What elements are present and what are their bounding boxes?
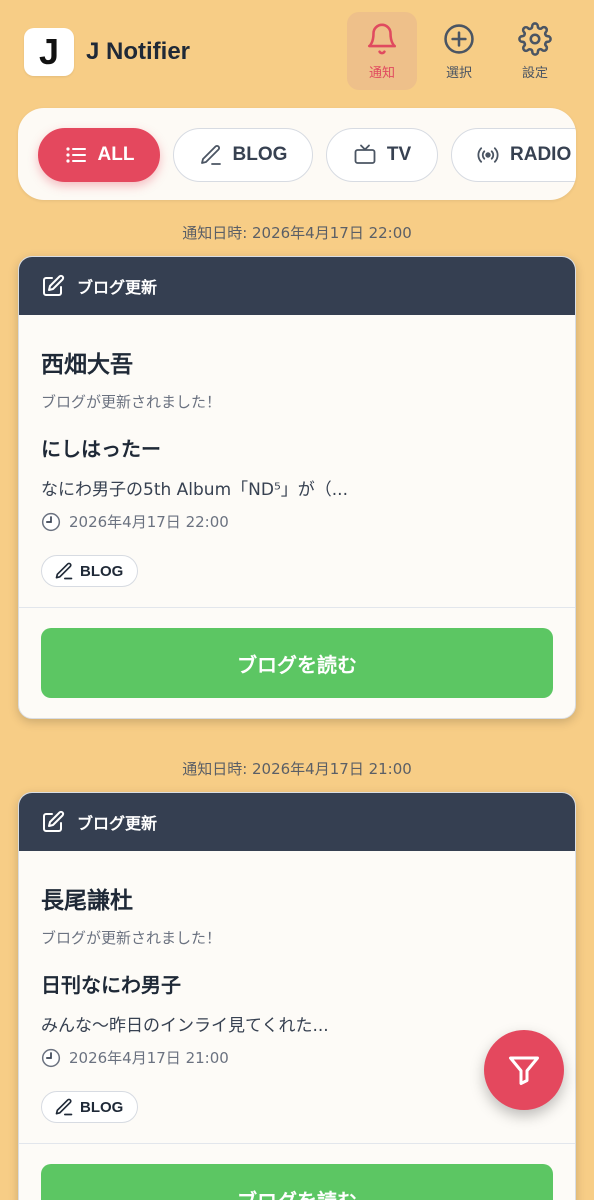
post-date-text: 2026年4月17日 21:00	[69, 1049, 229, 1067]
filter-chip-tv[interactable]: TV	[326, 128, 438, 182]
category-tag: BLOG	[41, 555, 139, 587]
edit-icon	[43, 810, 65, 832]
pencil-icon	[200, 145, 221, 165]
clock-icon	[41, 512, 61, 531]
gear-icon	[518, 21, 552, 56]
card-body: 長尾謙杜 ブログが更新されました！ 日刊なにわ男子 みんな〜昨日のインライ見てく…	[19, 851, 575, 1143]
read-blog-button[interactable]: ブログを読む	[41, 1164, 553, 1200]
card-header: ブログ更新	[19, 257, 575, 315]
radio-icon	[477, 147, 499, 163]
notification-time: 通知日時: 2026年4月17日 21:00	[182, 760, 412, 778]
read-blog-button[interactable]: ブログを読む	[41, 628, 553, 698]
app-title: J Notifier	[86, 38, 191, 65]
filter-chip-label: ALL	[97, 144, 135, 165]
filter-fab-button[interactable]	[484, 1030, 564, 1110]
post-excerpt: みんな〜昨日のインライ見てくれた...	[41, 1016, 329, 1036]
filter-icon	[509, 1056, 539, 1085]
edit-icon	[43, 274, 65, 296]
card-footer: ブログを読む	[19, 608, 575, 718]
pencil-icon	[55, 562, 73, 580]
card-body: 西畑大吾 ブログが更新されました！ にしはったー なにわ男子の5th Album…	[19, 315, 575, 607]
card-category: ブログ更新	[77, 814, 158, 833]
clock-icon	[41, 1048, 61, 1067]
post-date: 2026年4月17日 22:00	[41, 511, 229, 532]
filter-chip-label: RADIO	[510, 144, 572, 165]
filter-chip-label: BLOG	[232, 144, 288, 165]
notification-card: ブログ更新 長尾謙杜 ブログが更新されました！ 日刊なにわ男子 みんな〜昨日のイ…	[18, 792, 576, 1200]
nav-notifications-button[interactable]: 通知	[347, 12, 417, 90]
notification-time: 通知日時: 2026年4月17日 22:00	[182, 224, 412, 242]
nav-label: 設定	[521, 65, 548, 81]
category-tag: BLOG	[41, 1091, 139, 1123]
post-excerpt: なにわ男子の5th Album「ND⁵」が（...	[41, 480, 348, 500]
bell-icon	[367, 23, 397, 54]
filter-chip-radio[interactable]: RADIO	[451, 128, 576, 182]
nav-label: 通知	[368, 65, 395, 81]
post-title: 日刊なにわ男子	[41, 973, 181, 997]
filter-chip-label: TV	[386, 144, 412, 165]
app-header: J J Notifier 通知 選択 設定	[0, 0, 594, 100]
card-header: ブログ更新	[19, 793, 575, 851]
tv-icon	[354, 144, 376, 164]
nav-settings-button[interactable]: 設定	[500, 12, 570, 90]
card-category: ブログ更新	[77, 278, 158, 297]
filter-chip-all[interactable]: ALL	[38, 128, 160, 182]
category-tag-label: BLOG	[80, 562, 124, 580]
member-name: 西畑大吾	[41, 352, 133, 378]
list-icon	[65, 147, 86, 163]
app-screen: J J Notifier 通知 選択 設定 ALL BLOG TV RADIO …	[0, 0, 594, 1200]
post-title: にしはったー	[41, 437, 161, 461]
app-logo: J	[24, 28, 74, 76]
category-tag-label: BLOG	[80, 1098, 124, 1116]
card-footer: ブログを読む	[19, 1144, 575, 1200]
pencil-icon	[55, 1098, 73, 1116]
notification-card: ブログ更新 西畑大吾 ブログが更新されました！ にしはったー なにわ男子の5th…	[18, 256, 576, 719]
category-filter-bar[interactable]: ALL BLOG TV RADIO	[18, 108, 576, 200]
plus-circle-icon	[444, 23, 474, 54]
post-date: 2026年4月17日 21:00	[41, 1047, 229, 1068]
post-date-text: 2026年4月17日 22:00	[69, 513, 229, 531]
filter-chip-blog[interactable]: BLOG	[173, 128, 313, 182]
member-name: 長尾謙杜	[41, 888, 133, 914]
notification-subtitle: ブログが更新されました！	[41, 393, 222, 411]
nav-label: 選択	[445, 65, 472, 81]
notification-subtitle: ブログが更新されました！	[41, 929, 222, 947]
nav-select-button[interactable]: 選択	[424, 12, 494, 90]
